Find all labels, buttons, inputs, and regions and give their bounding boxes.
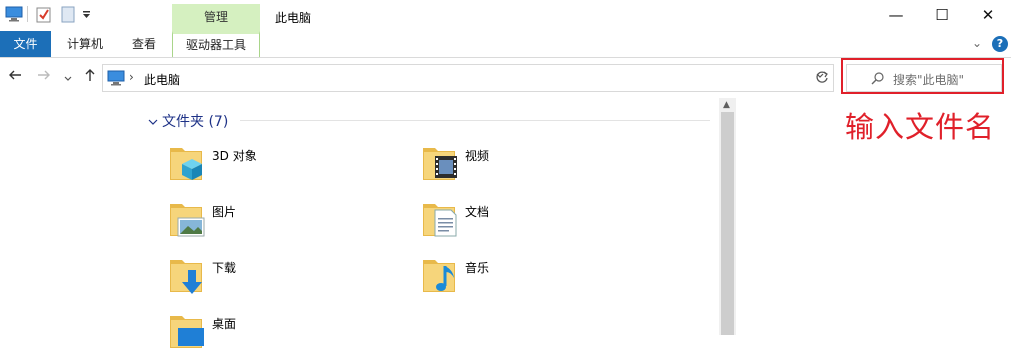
- folder-label: 桌面: [212, 317, 237, 331]
- properties-icon[interactable]: [36, 6, 52, 23]
- back-button[interactable]: [8, 68, 22, 86]
- up-button[interactable]: [83, 68, 97, 86]
- window-title: 此电脑: [275, 11, 312, 25]
- ribbon-tab-row: 文件 计算机 查看 驱动器工具: [0, 31, 1011, 58]
- divider: [27, 6, 28, 22]
- new-folder-icon[interactable]: [61, 6, 75, 23]
- scroll-up-icon[interactable]: ▲: [723, 100, 730, 110]
- vertical-scrollbar[interactable]: ▲: [719, 98, 736, 335]
- folder-item-desktop[interactable]: 桌面: [168, 308, 368, 356]
- folder-item-3d-objects[interactable]: 3D 对象: [168, 140, 368, 188]
- folder-label: 文档: [465, 205, 490, 219]
- search-placeholder: 搜索"此电脑": [893, 73, 965, 87]
- refresh-icon: [816, 71, 828, 83]
- customize-toolbar-icon[interactable]: [82, 10, 92, 20]
- chevron-down-icon: [148, 119, 158, 125]
- annotation-text: 输入文件名: [845, 110, 996, 144]
- computer-icon[interactable]: [5, 6, 23, 22]
- breadcrumb-location[interactable]: 此电脑: [144, 71, 180, 88]
- documents-folder-icon: [423, 204, 457, 237]
- downloads-folder-icon: [170, 260, 202, 294]
- maximize-button[interactable]: ☐: [919, 0, 965, 31]
- desktop-folder-icon: [170, 316, 204, 348]
- tab-view[interactable]: 查看: [118, 31, 170, 57]
- minimize-button[interactable]: —: [873, 0, 919, 31]
- arrow-right-icon: [38, 70, 50, 80]
- arrow-up-icon: [85, 69, 95, 81]
- tab-computer[interactable]: 计算机: [56, 31, 114, 57]
- search-input[interactable]: 搜索"此电脑": [846, 64, 1002, 92]
- folder-label: 音乐: [465, 261, 490, 275]
- tab-file[interactable]: 文件: [0, 31, 51, 57]
- folder-label: 视频: [465, 149, 490, 163]
- group-divider: [240, 120, 710, 121]
- close-button[interactable]: ✕: [965, 0, 1011, 31]
- context-tab-group-label: 管理: [172, 4, 260, 31]
- 3d-objects-folder-icon: [170, 148, 202, 180]
- folder-label: 下载: [212, 261, 237, 275]
- folder-item-music[interactable]: 音乐: [421, 252, 621, 300]
- videos-folder-icon: [423, 148, 457, 180]
- folder-label: 图片: [212, 205, 237, 219]
- folders-group-title: 文件夹 (7): [162, 114, 229, 130]
- computer-icon: [107, 70, 125, 86]
- music-folder-icon: [423, 260, 455, 292]
- address-bar[interactable]: › 此电脑: [102, 64, 834, 92]
- folder-item-pictures[interactable]: 图片: [168, 196, 368, 244]
- refresh-button[interactable]: [815, 70, 829, 87]
- folder-item-videos[interactable]: 视频: [421, 140, 621, 188]
- help-icon[interactable]: ?: [992, 36, 1008, 52]
- tab-drive-tools[interactable]: 驱动器工具: [172, 31, 260, 57]
- breadcrumb-separator[interactable]: ›: [129, 70, 134, 84]
- folder-item-downloads[interactable]: 下载: [168, 252, 368, 300]
- arrow-left-icon: [9, 70, 21, 80]
- scrollbar-thumb[interactable]: [721, 112, 734, 335]
- expand-ribbon-icon[interactable]: ⌄: [972, 36, 982, 50]
- folder-item-documents[interactable]: 文档: [421, 196, 621, 244]
- recent-locations-button[interactable]: [63, 70, 73, 88]
- pictures-folder-icon: [170, 204, 205, 237]
- chevron-down-icon: [64, 76, 72, 81]
- folder-label: 3D 对象: [212, 149, 257, 163]
- search-icon: [871, 72, 884, 85]
- forward-button[interactable]: [37, 68, 51, 86]
- folders-group-header[interactable]: 文件夹 (7): [148, 111, 228, 131]
